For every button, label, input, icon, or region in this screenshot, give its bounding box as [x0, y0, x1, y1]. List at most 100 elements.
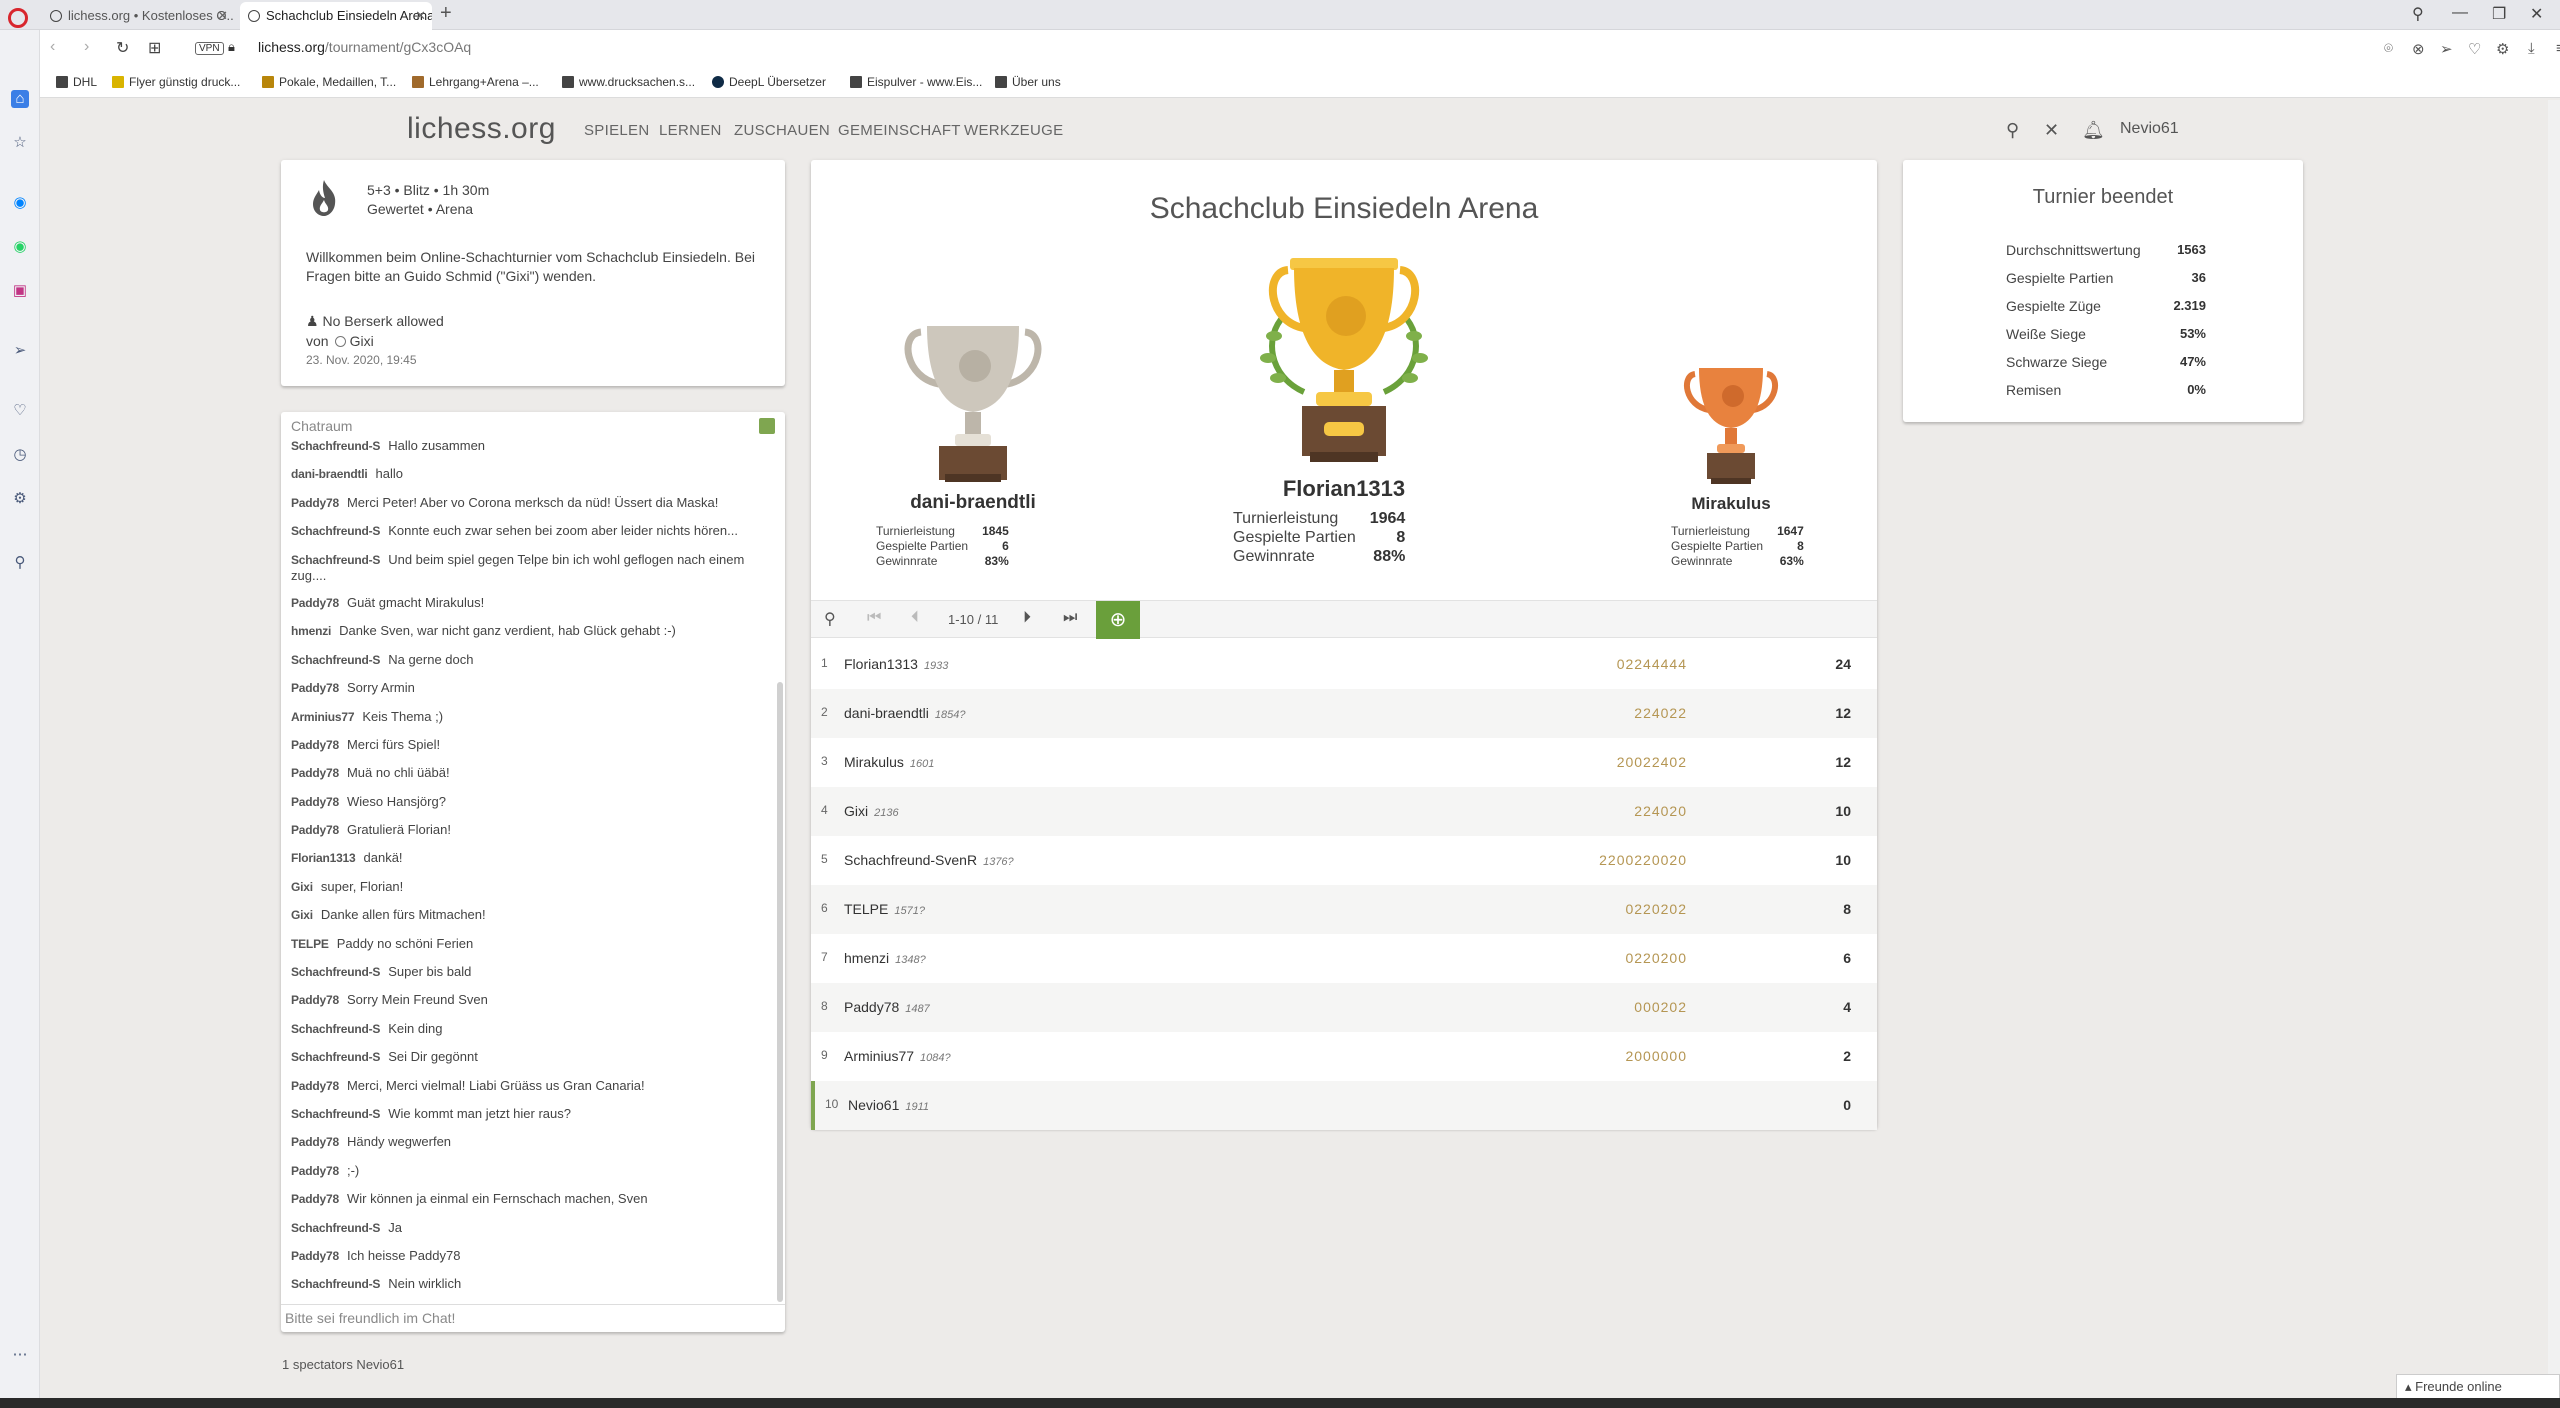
lightbulb-icon[interactable]: ⚲	[11, 554, 29, 572]
chat-username[interactable]: Paddy78	[291, 1249, 339, 1263]
chat-username[interactable]: Schachfreund-S	[291, 1221, 380, 1235]
prev-page-icon[interactable]: ⏴	[911, 609, 919, 627]
chat-username[interactable]: Paddy78	[291, 823, 339, 837]
player-name[interactable]: Paddy78	[844, 999, 899, 1015]
nav-play[interactable]: SPIELEN	[584, 122, 649, 139]
new-tab-button[interactable]: +	[440, 2, 452, 25]
chat-username[interactable]: Paddy78	[291, 795, 339, 809]
chat-username[interactable]: Schachfreund-S	[291, 1050, 380, 1064]
close-icon[interactable]: ✕	[217, 2, 228, 30]
chat-username[interactable]: Paddy78	[291, 738, 339, 752]
player-name[interactable]: dani-braendtli	[844, 705, 929, 721]
messenger-icon[interactable]: ◉	[11, 194, 29, 212]
chat-username[interactable]: Paddy78	[291, 766, 339, 780]
player[interactable]: Gixi 2136	[844, 803, 899, 819]
next-page-icon[interactable]: ⏵	[1023, 609, 1031, 627]
player[interactable]: Mirakulus 1601	[844, 754, 934, 770]
chat-username[interactable]: Paddy78	[291, 1192, 339, 1206]
last-page-icon[interactable]: ⏭	[1063, 609, 1077, 627]
chat-username[interactable]: Gixi	[291, 880, 313, 894]
notification-bell-icon[interactable]: 🔔︎	[2082, 120, 2105, 141]
challenge-icon[interactable]: ✕	[2044, 120, 2059, 141]
chat-username[interactable]: Schachfreund-S	[291, 1107, 380, 1121]
standings-row[interactable]: 6 TELPE 1571? 0220202 8	[811, 885, 1877, 934]
home-icon[interactable]: ⌂	[11, 90, 29, 108]
chat-username[interactable]: Schachfreund-S	[291, 524, 380, 538]
creator-link[interactable]: Gixi	[350, 333, 374, 349]
bookmark-item[interactable]: DHL	[56, 75, 97, 89]
standings-row[interactable]: 9 Arminius77 1084? 2000000 2	[811, 1032, 1877, 1081]
chat-input[interactable]: Bitte sei freundlich im Chat!	[281, 1304, 785, 1332]
chat-username[interactable]: Paddy78	[291, 1079, 339, 1093]
player[interactable]: Nevio61 1911	[848, 1097, 929, 1113]
chat-username[interactable]: Schachfreund-S	[291, 965, 380, 979]
bookmark-item[interactable]: Flyer günstig druck...	[112, 75, 240, 89]
standings-row[interactable]: 7 hmenzi 1348? 0220200 6	[811, 934, 1877, 983]
chat-username[interactable]: Paddy78	[291, 993, 339, 1007]
reload-icon[interactable]: ↻	[116, 38, 129, 58]
bookmark-item[interactable]: Über uns	[995, 75, 1061, 89]
whatsapp-icon[interactable]: ◉	[11, 238, 29, 256]
nav-watch[interactable]: ZUSCHAUEN	[734, 122, 830, 139]
player-name[interactable]: TELPE	[844, 901, 888, 917]
nav-tools[interactable]: WERKZEUGE	[964, 122, 1063, 139]
chat-username[interactable]: hmenzi	[291, 624, 331, 638]
player[interactable]: Paddy78 1487	[844, 999, 930, 1015]
close-icon[interactable]: ✕	[415, 2, 426, 30]
chat-username[interactable]: Schachfreund-S	[291, 1277, 380, 1291]
close-window-icon[interactable]: ✕	[2530, 4, 2543, 24]
standings-row[interactable]: 8 Paddy78 1487 000202 4	[811, 983, 1877, 1032]
restore-icon[interactable]: ❐	[2492, 4, 2506, 24]
player-name[interactable]: Schachfreund-SvenR	[844, 852, 977, 868]
menu-icon[interactable]: ≡	[2556, 40, 2560, 57]
chat-username[interactable]: Schachfreund-S	[291, 439, 380, 453]
heart-icon[interactable]: ♡	[11, 402, 29, 420]
chat-username[interactable]: Schachfreund-S	[291, 653, 380, 667]
search-tabs-icon[interactable]: ⚲	[2412, 4, 2424, 24]
bookmarks-icon[interactable]: ☆	[11, 134, 29, 152]
player[interactable]: Florian1313 1933	[844, 656, 948, 672]
browser-tab-tournament[interactable]: Schachclub Einsiedeln Arena ✕	[240, 2, 432, 30]
standings-row[interactable]: 3 Mirakulus 1601 20022402 12	[811, 738, 1877, 787]
nav-community[interactable]: GEMEINSCHAFT	[838, 122, 961, 139]
player-name[interactable]: hmenzi	[844, 950, 889, 966]
bookmark-item[interactable]: Eispulver - www.Eis...	[850, 75, 982, 89]
standings-row[interactable]: 4 Gixi 2136 224020 10	[811, 787, 1877, 836]
standings-row[interactable]: 5 Schachfreund-SvenR 1376? 2200220020 10	[811, 836, 1877, 885]
settings-icon[interactable]: ⚙	[2496, 40, 2509, 58]
podium-third-name[interactable]: Mirakulus	[1631, 494, 1831, 514]
minimize-icon[interactable]: —	[2452, 4, 2468, 22]
vpn-badge[interactable]: VPN	[195, 42, 224, 55]
chat-username[interactable]: Schachfreund-S	[291, 553, 380, 567]
instagram-icon[interactable]: ▣	[11, 282, 29, 300]
chat-scrollbar[interactable]	[777, 682, 783, 1302]
send-icon[interactable]: ➢	[2440, 40, 2453, 58]
browser-tab-lichess[interactable]: lichess.org • Kostenloses O... ✕	[42, 2, 234, 30]
back-icon[interactable]: ‹	[50, 38, 55, 56]
chat-username[interactable]: dani-braendtli	[291, 467, 368, 481]
chat-username[interactable]: Florian1313	[291, 851, 356, 865]
standings-row[interactable]: 2 dani-braendtli 1854? 224022 12	[811, 689, 1877, 738]
standings-row[interactable]: 1 Florian1313 1933 02244444 24	[811, 640, 1877, 689]
player-name[interactable]: Arminius77	[844, 1048, 914, 1064]
chat-username[interactable]: TELPE	[291, 937, 329, 951]
standings-row[interactable]: 10 Nevio61 1911 0	[811, 1081, 1877, 1130]
page-scrollbar[interactable]	[2548, 100, 2560, 1396]
player[interactable]: hmenzi 1348?	[844, 950, 926, 966]
player[interactable]: Schachfreund-SvenR 1376?	[844, 852, 1014, 868]
forward-icon[interactable]: ›	[84, 38, 89, 56]
chat-username[interactable]: Paddy78	[291, 1164, 339, 1178]
heart-icon[interactable]: ♡	[2468, 40, 2481, 58]
send-icon[interactable]: ➢	[11, 342, 29, 360]
history-icon[interactable]: ◷	[11, 446, 29, 464]
friends-online-button[interactable]: ▴ Freunde online	[2396, 1374, 2560, 1398]
more-icon[interactable]: ⋯	[11, 1346, 29, 1364]
lock-icon[interactable]: 🔒︎	[228, 39, 235, 55]
player[interactable]: dani-braendtli 1854?	[844, 705, 965, 721]
first-page-icon[interactable]: ⏮	[867, 609, 881, 627]
bookmark-item[interactable]: Pokale, Medaillen, T...	[262, 75, 396, 89]
chat-username[interactable]: Paddy78	[291, 596, 339, 610]
player[interactable]: TELPE 1571?	[844, 901, 925, 917]
site-logo[interactable]: lichess.org	[407, 112, 556, 146]
user-menu[interactable]: Nevio61	[2120, 120, 2179, 138]
